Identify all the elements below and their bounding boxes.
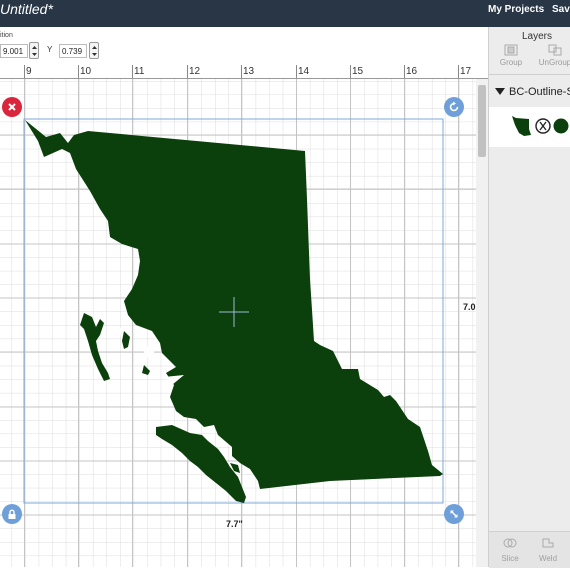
project-title: Untitled* <box>0 1 53 17</box>
canvas-scrollbar[interactable] <box>476 79 488 567</box>
ruler-tick-label: 10 <box>80 66 92 77</box>
lock-handle[interactable] <box>2 504 22 524</box>
layers-actions: Slice Weld <box>489 531 570 568</box>
weld-label: Weld <box>538 554 558 563</box>
weld-button[interactable]: Weld <box>533 538 563 563</box>
group-label: Group <box>499 58 523 67</box>
panel-divider <box>489 74 570 75</box>
layers-panel: Layers Group UnGroup BC-Outline-S Slice … <box>488 27 570 568</box>
ungroup-label: UnGroup <box>538 58 570 67</box>
lock-icon <box>8 509 16 519</box>
layer-item[interactable] <box>489 107 570 147</box>
resize-icon <box>450 510 458 518</box>
triangle-down-icon[interactable] <box>495 88 505 96</box>
slice-label: Slice <box>501 554 519 563</box>
layer-thumbnail-icon <box>512 116 531 136</box>
layer-name: BC-Outline-S <box>509 86 570 98</box>
ruler-tick-label: 16 <box>406 66 418 77</box>
rotate-icon <box>449 101 459 112</box>
y-stepper[interactable] <box>89 42 99 59</box>
slice-button[interactable]: Slice <box>495 538 525 563</box>
y-position-input[interactable]: 0.739 <box>59 44 87 58</box>
layer-group-row[interactable]: BC-Outline-S <box>489 82 570 102</box>
ruler-tick-label: 9 <box>26 66 32 77</box>
ruler-tick-label: 12 <box>189 66 201 77</box>
position-label: ition <box>0 32 13 39</box>
weld-icon <box>542 538 554 548</box>
horizontal-ruler: 9 10 11 12 13 14 15 16 17 <box>0 65 488 79</box>
delete-handle[interactable] <box>2 97 22 117</box>
cut-operation-icon[interactable] <box>535 118 551 134</box>
ruler-tick-label: 15 <box>352 66 364 77</box>
canvas-grid <box>0 79 488 567</box>
top-bar: Untitled* My Projects Save <box>0 0 570 27</box>
group-icon <box>504 44 518 56</box>
y-label: Y <box>47 45 53 54</box>
layers-title: Layers <box>521 31 552 42</box>
ruler-tick-label: 17 <box>460 66 472 77</box>
scrollbar-thumb[interactable] <box>478 85 486 157</box>
stepper-arrows-icon <box>32 46 37 56</box>
position-toolbar: ition 9.001 Y 0.739 <box>0 27 488 66</box>
x-stepper[interactable] <box>29 42 39 59</box>
width-dimension-label: 7.7" <box>226 519 243 529</box>
stepper-arrows-icon <box>92 46 97 56</box>
resize-handle[interactable] <box>444 504 464 524</box>
close-icon <box>8 103 16 111</box>
save-link[interactable]: Save <box>552 4 570 15</box>
height-dimension-label: 7.0 <box>463 302 476 312</box>
slice-icon <box>503 538 517 548</box>
ruler-tick-label: 11 <box>134 66 145 77</box>
ungroup-icon <box>548 44 562 56</box>
rotate-handle[interactable] <box>444 97 464 117</box>
x-position-input[interactable]: 9.001 <box>0 44 28 58</box>
ruler-tick-label: 13 <box>243 66 255 77</box>
design-canvas[interactable] <box>0 79 488 567</box>
layer-color-swatch[interactable] <box>553 118 569 134</box>
ruler-tick-label: 14 <box>298 66 310 77</box>
my-projects-link[interactable]: My Projects <box>488 4 544 15</box>
